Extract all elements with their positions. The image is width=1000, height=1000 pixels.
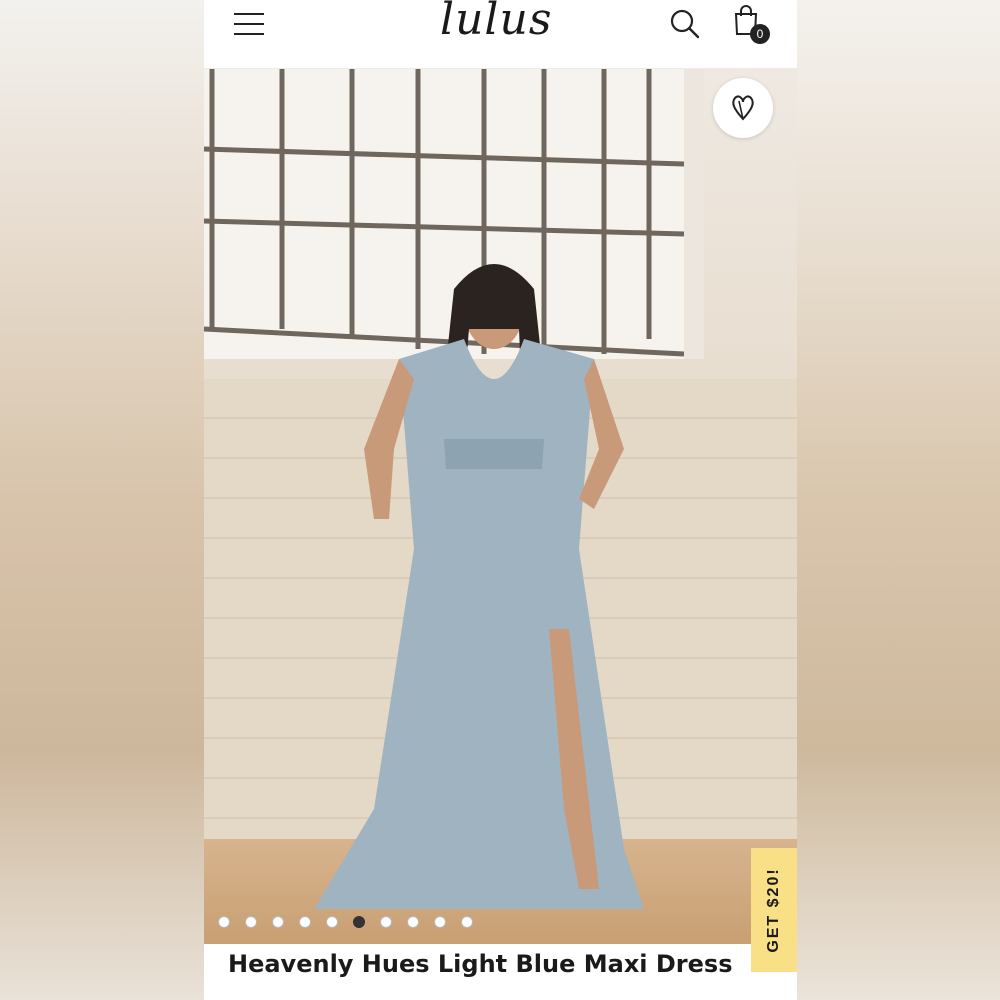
lulus-logo[interactable]: lulus xyxy=(440,0,552,45)
favorite-button[interactable] xyxy=(713,78,773,138)
gallery-dot[interactable] xyxy=(326,916,338,928)
gallery-dot[interactable] xyxy=(299,916,311,928)
product-title: Heavenly Hues Light Blue Maxi Dress xyxy=(228,950,733,978)
site-header: lulus 0 xyxy=(204,0,797,69)
shopping-bag-button[interactable]: 0 xyxy=(732,4,776,44)
gallery-pagination xyxy=(218,915,488,929)
gallery-dot[interactable] xyxy=(407,916,419,928)
gallery-dot[interactable] xyxy=(245,916,257,928)
search-icon[interactable] xyxy=(669,8,701,40)
cart-count-badge: 0 xyxy=(750,24,770,44)
gallery-dot[interactable] xyxy=(434,916,446,928)
gallery-dot[interactable] xyxy=(272,916,284,928)
gallery-dot[interactable] xyxy=(353,916,365,928)
background-blur-right xyxy=(797,0,1000,1000)
gallery-dot[interactable] xyxy=(380,916,392,928)
heart-icon xyxy=(732,95,754,121)
hamburger-menu-icon[interactable] xyxy=(234,12,264,36)
model-in-dress xyxy=(314,264,644,909)
promo-tab-button[interactable]: GET $20! xyxy=(751,848,797,972)
phone-screen: lulus 0 GET $20! Heavenly Hues Light Blu… xyxy=(204,0,797,1000)
product-image[interactable] xyxy=(204,69,797,944)
gallery-dot[interactable] xyxy=(218,916,230,928)
background-blur-left xyxy=(0,0,204,1000)
promo-label: GET $20! xyxy=(765,867,782,953)
gallery-dot[interactable] xyxy=(461,916,473,928)
